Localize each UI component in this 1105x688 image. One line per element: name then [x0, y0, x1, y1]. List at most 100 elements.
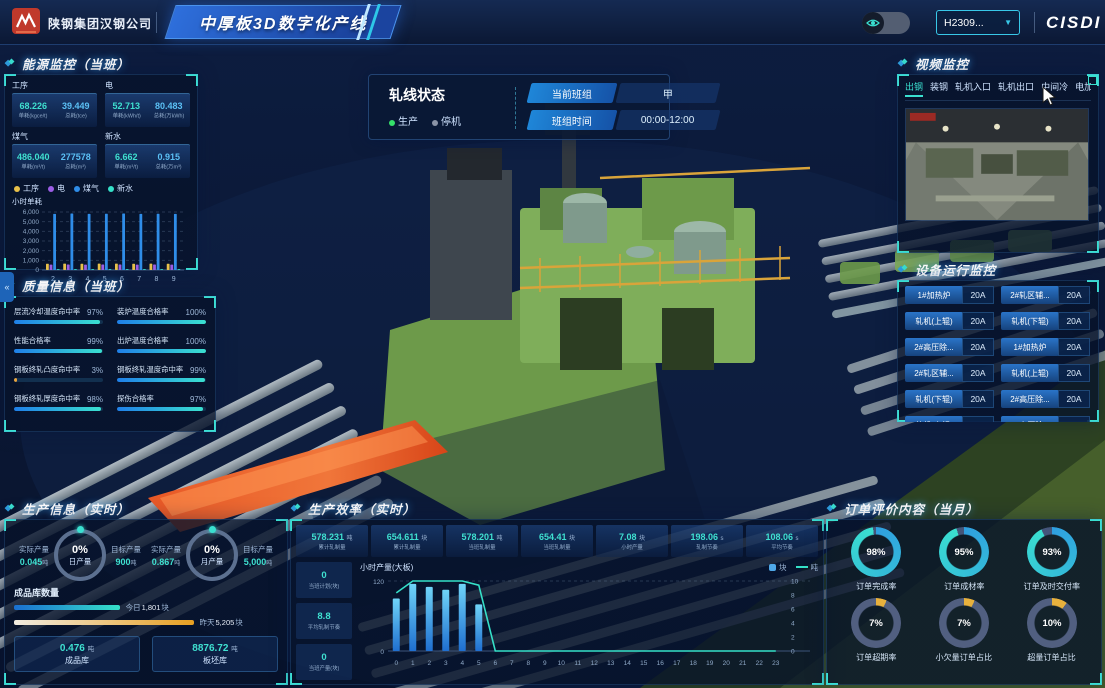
quality-bar-fill — [14, 378, 17, 382]
camera-tab[interactable]: 装钢 — [930, 80, 948, 97]
line-status-title: 轧线状态 — [389, 85, 445, 105]
equipment-name: 轧机(下辊) — [1001, 312, 1059, 330]
equipment-item[interactable]: 轧机(上辊)20A — [905, 416, 995, 422]
panel-diamond-icon — [290, 502, 302, 514]
energy-value-label: 单耗(kWh/t) — [112, 111, 140, 119]
svg-text:19: 19 — [706, 660, 714, 667]
energy-card-box: 68.226单耗(kgce/t)39.449总耗(tce) — [12, 93, 97, 127]
status-dot — [389, 120, 395, 126]
quality-item: 层流冷却温度命中率97% — [14, 306, 103, 324]
legend-dot — [14, 186, 20, 192]
line-status-legend: 生产停机 — [389, 113, 461, 128]
camera-tab[interactable]: 出钢 — [905, 80, 923, 97]
order-donut-cell: 7%订单超期率 — [851, 598, 901, 663]
energy-monitor-panel: 能源监控（当班） 工序68.226单耗(kgce/t)39.449总耗(tce)… — [4, 52, 198, 270]
efficiency-card-value: 578.231 吨 — [311, 532, 352, 542]
equipment-current-value: 20A — [1058, 416, 1090, 422]
inventory-bar-fill — [14, 605, 120, 610]
order-donut-cell: 93%订单及时交付率 — [1022, 527, 1082, 592]
status-legend-label: 停机 — [441, 117, 461, 128]
crew-time-row: 班组时间 00:00-12:00 — [529, 110, 718, 130]
efficiency-card: 654.611 块累计轧制量 — [371, 525, 443, 557]
hourly-chart-legend: 块 吨 — [769, 562, 818, 573]
equipment-item[interactable]: 2#轧区辅...20A — [905, 364, 995, 382]
collapse-panel-tab[interactable]: « — [0, 272, 14, 302]
company-logo — [12, 8, 40, 36]
quality-item: 装炉温度合格率100% — [117, 306, 206, 324]
camera-tab[interactable]: 中间冷 — [1041, 80, 1068, 97]
equipment-item[interactable]: 2#轧区辅...20A — [1001, 286, 1091, 304]
heat-number-dropdown[interactable]: H2309... ▼ — [936, 10, 1020, 35]
efficiency-card-value: 578.201 吨 — [461, 532, 502, 542]
crew-time-label: 班组时间 — [527, 110, 618, 130]
donut-value: 93% — [1027, 527, 1077, 577]
daily-output-gauge: 0% 日产量 — [54, 529, 106, 581]
camera-tab[interactable]: 轧机入口 — [955, 80, 991, 97]
energy-value-pair: 39.449总耗(tce) — [55, 94, 98, 127]
efficiency-stat-box: 8.8平均轧制节奏 — [296, 603, 352, 639]
current-crew-label: 当前班组 — [527, 83, 618, 103]
efficiency-card-unit: 块 — [569, 536, 575, 542]
legend-item: 电 — [48, 183, 65, 194]
company-name: 陕钢集团汉钢公司 — [48, 15, 152, 32]
svg-text:13: 13 — [607, 660, 615, 667]
svg-text:4: 4 — [460, 660, 464, 667]
svg-text:7: 7 — [510, 660, 514, 667]
divider — [515, 87, 516, 129]
quality-item: 钢板终轧凸度命中率3% — [14, 364, 103, 382]
svg-text:4: 4 — [791, 621, 795, 628]
energy-value: 68.226 — [19, 101, 47, 111]
efficiency-card-value: 198.06 s — [690, 532, 723, 542]
svg-text:6,000: 6,000 — [23, 209, 40, 216]
efficiency-card-label: 小时产量 — [621, 542, 643, 550]
energy-value-pair: 6.662单耗(m³/t) — [105, 145, 148, 178]
order-evaluation-panel: 订单评价内容（当月） 98%订单完成率95%订单成材率93%订单及时交付率7%订… — [826, 497, 1102, 685]
quality-percent: 100% — [186, 308, 206, 317]
inventory-bar-fill — [14, 620, 194, 625]
expand-icon[interactable] — [1088, 76, 1097, 85]
eye-icon — [862, 12, 884, 34]
equipment-item[interactable]: 轧机(下辊)20A — [905, 390, 995, 408]
quality-item-header: 装炉温度合格率100% — [117, 306, 206, 317]
equipment-item[interactable]: 轧机(上辊)20A — [1001, 364, 1091, 382]
order-donut: 93% — [1027, 527, 1077, 577]
equipment-item[interactable]: 2#高压除...20A — [1001, 416, 1091, 422]
energy-value-pair: 277578总耗(m³) — [55, 145, 98, 178]
svg-text:11: 11 — [574, 660, 581, 667]
quality-bar-track — [14, 407, 103, 411]
energy-card-box: 6.662单耗(m³/t)0.915总耗(万m³) — [105, 144, 190, 178]
equipment-name: 轧机(上辊) — [905, 312, 963, 330]
monthly-output-group: 实际产量 0.867吨 0% 月产量 目标产量 5,000吨 — [146, 525, 278, 581]
energy-value-label: 总耗(m³) — [65, 162, 86, 170]
quality-percent: 97% — [87, 308, 103, 317]
donut-value: 7% — [851, 598, 901, 648]
video-monitor-panel: 视频监控 出钢装钢轧机入口轧机出口中间冷电加热 — [897, 52, 1099, 255]
quality-item-header: 钢板终轧温度命中率99% — [117, 364, 206, 375]
quality-item-header: 出炉温度合格率100% — [117, 335, 206, 346]
video-panel-title: 视频监控 — [897, 52, 1099, 74]
quality-bar-fill — [117, 407, 203, 411]
equipment-item[interactable]: 轧机(上辊)20A — [905, 312, 995, 330]
equipment-item[interactable]: 1#加热炉20A — [1001, 338, 1091, 356]
equipment-item[interactable]: 1#加热炉20A — [905, 286, 995, 304]
svg-text:5,000: 5,000 — [23, 219, 40, 226]
energy-card: 新水 6.662单耗(m³/t)0.915总耗(万m³) — [105, 131, 190, 178]
equipment-name: 2#轧区辅... — [905, 364, 963, 382]
equipment-item[interactable]: 2#高压除...20A — [1001, 390, 1091, 408]
donut-label: 小欠量订单占比 — [936, 651, 993, 662]
energy-value-label: 单耗(m³/t) — [21, 162, 45, 170]
energy-card-box: 52.713单耗(kWh/t)80.483总耗(万kWh) — [105, 93, 190, 127]
camera-tab[interactable]: 轧机出口 — [998, 80, 1034, 97]
equipment-current-value: 20A — [962, 338, 994, 356]
energy-category-label: 新水 — [105, 131, 190, 142]
order-donuts: 98%订单完成率95%订单成材率93%订单及时交付率7%订单超期率7%小欠量订单… — [832, 527, 1096, 663]
equipment-item[interactable]: 2#高压除...20A — [905, 338, 995, 356]
visibility-toggle[interactable] — [862, 12, 910, 34]
donut-value: 10% — [1027, 598, 1077, 648]
efficiency-card-label: 累计轧制量 — [393, 542, 420, 550]
equipment-item[interactable]: 轧机(下辊)20A — [1001, 312, 1091, 330]
panel-diamond-icon — [826, 502, 838, 514]
camera-feed-thumbnail[interactable] — [905, 108, 1089, 221]
energy-value-pair: 68.226单耗(kgce/t) — [12, 94, 55, 127]
efficiency-card-unit: 块 — [639, 536, 645, 542]
